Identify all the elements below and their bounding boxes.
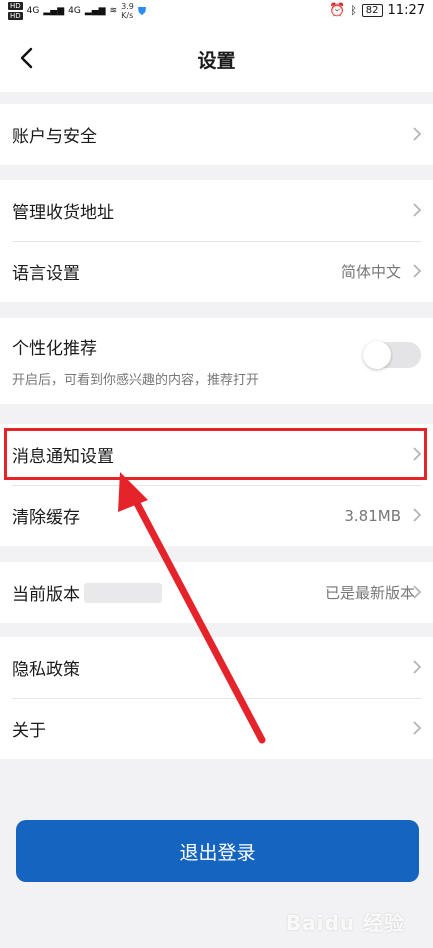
- alarm-icon: ⏰: [329, 3, 346, 18]
- row-label: 语言设置: [12, 264, 80, 284]
- row-label: 账户与安全: [12, 127, 97, 147]
- row-account-security[interactable]: 账户与安全: [0, 104, 433, 165]
- chevron-right-icon: [413, 264, 422, 278]
- chevron-right-icon: [413, 585, 422, 599]
- signal-4g-1: 4G: [26, 5, 40, 16]
- row-personalized-recommendation: 个性化推荐 开启后，可看到你感兴趣的内容，推荐打开: [0, 318, 433, 404]
- status-right: ⏰ ᛒ 82 11:27: [329, 3, 425, 18]
- bluetooth-icon: ᛒ: [350, 4, 357, 17]
- language-value: 简体中文: [340, 263, 401, 281]
- speed-unit: K/s: [121, 11, 134, 20]
- row-label: 当前版本: [12, 585, 80, 605]
- row-label: 个性化推荐: [12, 339, 97, 359]
- network-badges: HD HD: [8, 2, 23, 20]
- chevron-right-icon: [413, 447, 422, 461]
- version-redacted: [84, 582, 162, 603]
- section-account: 账户与安全: [0, 104, 433, 165]
- network-speed: 3.9 K/s: [121, 2, 134, 20]
- row-about[interactable]: 关于: [0, 698, 433, 759]
- signal-icon-2: ▂▄▆: [84, 5, 106, 16]
- chevron-right-icon: [413, 508, 422, 522]
- hd-badge-2: HD: [8, 12, 23, 20]
- chevron-right-icon: [413, 721, 422, 735]
- section-personalization: 个性化推荐 开启后，可看到你感兴趣的内容，推荐打开: [0, 318, 433, 404]
- signal-icon: ▂▄▆: [43, 5, 65, 16]
- row-label: 关于: [12, 721, 46, 741]
- logout-button[interactable]: 退出登录: [16, 820, 419, 882]
- toggle-knob: [363, 341, 391, 369]
- row-manage-address[interactable]: 管理收货地址: [0, 180, 433, 241]
- row-description: 开启后，可看到你感兴趣的内容，推荐打开: [12, 373, 260, 388]
- row-clear-cache[interactable]: 清除缓存 3.81MB: [0, 485, 433, 546]
- version-status: 已是最新版本: [324, 584, 415, 602]
- signal-4g-2: 4G: [68, 5, 81, 16]
- baidu-watermark: Baidu 经验: [285, 911, 405, 935]
- status-left: HD HD 4G ▂▄▆ 4G ▂▄▆ ≋ 3.9 K/s ⛊: [8, 2, 146, 20]
- hd-badge-1: HD: [8, 2, 23, 10]
- cache-size-value: 3.81MB: [344, 506, 401, 525]
- section-notify-cache: 消息通知设置 清除缓存 3.81MB: [0, 424, 433, 546]
- section-privacy-about: 隐私政策 关于: [0, 637, 433, 759]
- row-current-version[interactable]: 当前版本 已是最新版本: [0, 562, 433, 623]
- shield-icon: ⛊: [137, 4, 147, 18]
- row-language[interactable]: 语言设置 简体中文: [0, 241, 433, 302]
- clock: 11:27: [387, 3, 425, 18]
- nav-bar: 设置: [0, 24, 433, 92]
- row-label: 管理收货地址: [12, 203, 114, 223]
- row-label: 隐私政策: [12, 660, 80, 680]
- page-title: 设置: [197, 50, 236, 72]
- row-label: 消息通知设置: [12, 447, 114, 467]
- row-notification-settings[interactable]: 消息通知设置: [0, 424, 433, 485]
- row-privacy-policy[interactable]: 隐私政策: [0, 637, 433, 698]
- row-label: 清除缓存: [12, 508, 80, 528]
- speed-value: 3.9: [121, 2, 134, 11]
- battery-indicator: 82: [361, 4, 383, 17]
- section-address-language: 管理收货地址 语言设置 简体中文: [0, 180, 433, 302]
- chevron-right-icon: [413, 660, 422, 674]
- section-version: 当前版本 已是最新版本: [0, 562, 433, 623]
- chevron-right-icon: [413, 127, 422, 141]
- wifi-icon: ≋: [109, 5, 118, 16]
- status-bar: HD HD 4G ▂▄▆ 4G ▂▄▆ ≋ 3.9 K/s ⛊ ⏰ ᛒ 82 1…: [0, 0, 433, 24]
- chevron-right-icon: [413, 203, 422, 217]
- personalization-toggle[interactable]: [363, 341, 421, 369]
